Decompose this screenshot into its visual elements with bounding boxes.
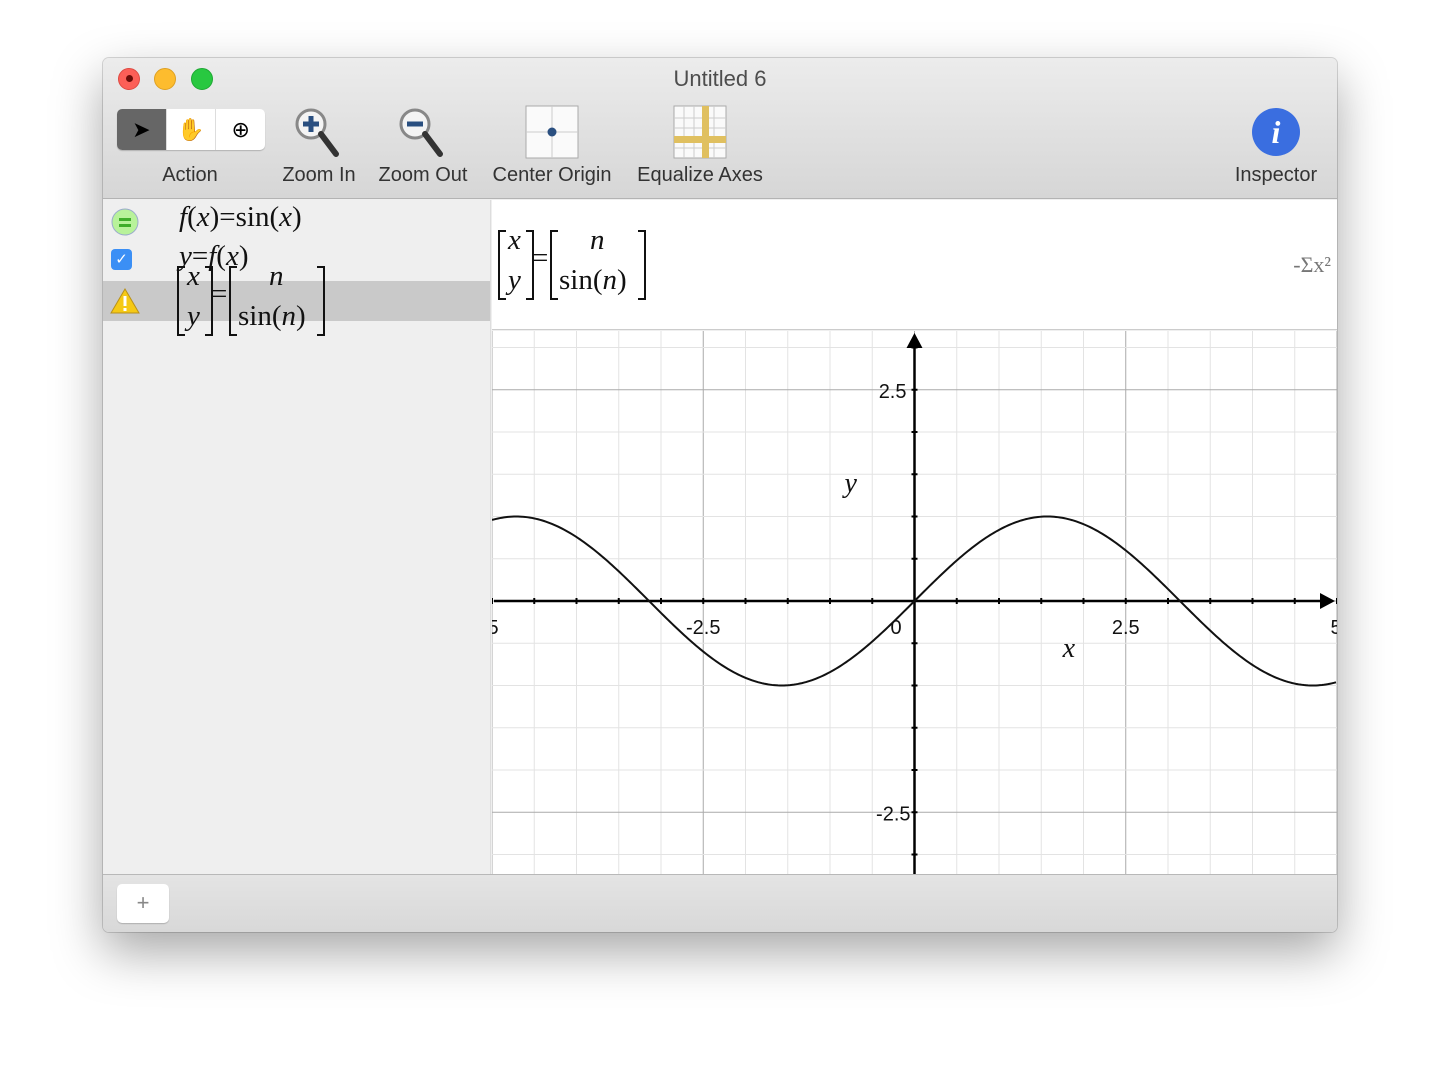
bottom-bar: + — [103, 874, 1337, 932]
zoom-in-icon[interactable] — [293, 106, 345, 162]
graph-view[interactable]: -2.5 0 2.5 5 5 2.5 -2.5 x y — [487, 331, 1337, 874]
action-segmented-control[interactable]: ➤ ✋ ⊕ — [117, 109, 265, 150]
equalize-axes-icon[interactable] — [672, 104, 728, 160]
add-equation-button[interactable]: + — [117, 884, 169, 923]
app-window: Untitled 6 ➤ ✋ ⊕ Action Zoom In Zoom Out… — [103, 58, 1337, 932]
equation-display: x y = n sin(n) -Σx² — [492, 200, 1337, 330]
equation-list: f(x)=sin(x) ✓ y=f(x) x y = n sin(n) — [103, 200, 491, 875]
y-tick-label: -2.5 — [876, 803, 910, 825]
toolbar: Untitled 6 ➤ ✋ ⊕ Action Zoom In Zoom Out… — [103, 58, 1337, 199]
y-axis-arrow — [906, 333, 923, 348]
zoom-out-button[interactable]: Zoom Out — [379, 164, 468, 187]
warning-icon — [110, 288, 140, 314]
y-axis-label: y — [844, 468, 857, 500]
y-tick-label: 2.5 — [879, 381, 907, 403]
info-icon[interactable]: i — [1251, 107, 1301, 157]
zoom-tool-icon[interactable]: ⊕ — [216, 109, 265, 150]
parametric-equation: x y = n sin(n) — [177, 260, 327, 340]
equals-icon — [111, 208, 139, 236]
window-title: Untitled 6 — [673, 66, 767, 91]
zoom-in-button[interactable]: Zoom In — [282, 164, 355, 187]
x-tick-label: 5 — [492, 617, 499, 639]
equalize-axes-button[interactable]: Equalize Axes — [637, 164, 763, 187]
parametric-equation-display: x y = n sin(n) — [498, 224, 648, 304]
x-tick-label: -2.5 — [686, 617, 720, 639]
equation-row[interactable]: f(x)=sin(x) — [103, 200, 490, 240]
zoom-out-icon[interactable] — [397, 106, 449, 162]
action-label: Action — [162, 164, 218, 186]
equation-text: f(x)=sin(x) — [179, 201, 302, 233]
svg-text:i: i — [1272, 114, 1281, 150]
x-axis-label: x — [1062, 633, 1076, 664]
x-tick-label: 5 — [1330, 617, 1337, 639]
center-origin-button[interactable]: Center Origin — [493, 164, 612, 187]
checkbox-icon[interactable]: ✓ — [111, 249, 132, 270]
plot[interactable]: -2.5 0 2.55 52.5-2.5 — [487, 331, 1337, 874]
center-origin-icon[interactable] — [525, 105, 579, 159]
arrow-tool-icon[interactable]: ➤ — [117, 109, 167, 150]
x-tick-label: 2.5 — [1112, 617, 1140, 639]
expression-menu-button[interactable]: -Σx² — [1293, 252, 1331, 278]
hand-tool-icon[interactable]: ✋ — [167, 109, 217, 150]
x-axis-arrow — [1320, 593, 1335, 609]
inspector-button[interactable]: Inspector — [1235, 164, 1317, 187]
